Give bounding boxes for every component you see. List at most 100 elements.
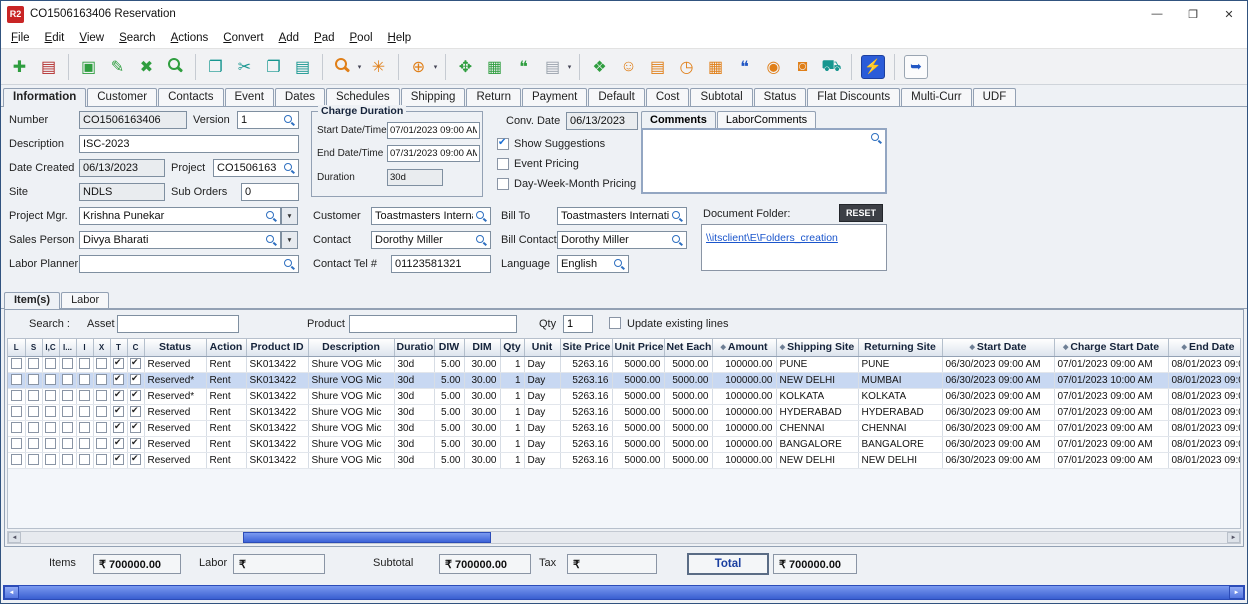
cell-diw[interactable]: 5.00 bbox=[434, 420, 464, 436]
cell-site-price[interactable]: 5263.16 bbox=[560, 404, 612, 420]
cell-start-date[interactable]: 06/30/2023 09:00 AM bbox=[942, 372, 1054, 388]
cell[interactable] bbox=[59, 420, 76, 436]
column-header[interactable]: Net Each bbox=[664, 339, 712, 356]
cell[interactable] bbox=[8, 388, 25, 404]
cell[interactable] bbox=[76, 356, 93, 372]
column-header[interactable]: Shipping Site bbox=[776, 339, 858, 356]
labor-planner-field[interactable] bbox=[79, 255, 299, 273]
main-tab[interactable]: Schedules bbox=[326, 88, 400, 106]
cell[interactable] bbox=[110, 356, 127, 372]
row-checkbox-icon[interactable] bbox=[11, 406, 22, 417]
cell[interactable] bbox=[8, 420, 25, 436]
magnifier-icon[interactable] bbox=[671, 234, 683, 246]
row-checkbox-icon[interactable] bbox=[28, 374, 39, 385]
cell-product-id[interactable]: SK013422 bbox=[246, 388, 308, 404]
cell-product-id[interactable]: SK013422 bbox=[246, 452, 308, 468]
cell[interactable] bbox=[127, 388, 144, 404]
scroll-left-icon[interactable]: ◄ bbox=[8, 532, 21, 543]
menu-item[interactable]: Help bbox=[382, 30, 418, 46]
cell[interactable] bbox=[110, 388, 127, 404]
cell-qty[interactable]: 1 bbox=[500, 372, 524, 388]
sales-person-field[interactable]: Divya Bharati bbox=[79, 231, 281, 249]
cell-product-id[interactable]: SK013422 bbox=[246, 356, 308, 372]
row-checkbox-icon[interactable] bbox=[113, 438, 124, 449]
cell-unit[interactable]: Day bbox=[524, 356, 560, 372]
row-checkbox-icon[interactable] bbox=[79, 390, 90, 401]
cell[interactable] bbox=[25, 372, 42, 388]
column-header[interactable]: S bbox=[25, 339, 42, 356]
cell-duration[interactable]: 30d bbox=[394, 404, 434, 420]
invoice-icon[interactable]: ▤ bbox=[644, 53, 671, 80]
group-items-icon[interactable]: ✳ bbox=[365, 53, 392, 80]
cell[interactable] bbox=[93, 356, 110, 372]
number-field[interactable]: CO1506163406 bbox=[79, 111, 187, 129]
cell-net-each[interactable]: 5000.00 bbox=[664, 452, 712, 468]
menu-item[interactable]: Convert bbox=[217, 30, 269, 46]
cut-icon[interactable]: ✂ bbox=[231, 53, 258, 80]
row-checkbox-icon[interactable] bbox=[96, 358, 107, 369]
row-checkbox-icon[interactable] bbox=[79, 358, 90, 369]
cell-start-date[interactable]: 06/30/2023 09:00 AM bbox=[942, 404, 1054, 420]
main-tab[interactable]: Default bbox=[588, 88, 644, 106]
row-checkbox-icon[interactable] bbox=[96, 390, 107, 401]
calendar-icon[interactable]: ▦ bbox=[702, 53, 729, 80]
row-checkbox-icon[interactable] bbox=[11, 454, 22, 465]
cell-product-id[interactable]: SK013422 bbox=[246, 420, 308, 436]
comments-tab[interactable]: LaborComments bbox=[717, 111, 816, 128]
scroll-right-icon[interactable]: ► bbox=[1229, 586, 1244, 599]
row-checkbox-icon[interactable] bbox=[113, 406, 124, 417]
cell[interactable] bbox=[76, 436, 93, 452]
main-tab[interactable]: Return bbox=[466, 88, 521, 106]
cell-amount[interactable]: 100000.00 bbox=[712, 436, 776, 452]
row-checkbox-icon[interactable] bbox=[45, 390, 56, 401]
cell-duration[interactable]: 30d bbox=[394, 356, 434, 372]
cell-net-each[interactable]: 5000.00 bbox=[664, 436, 712, 452]
cell[interactable] bbox=[59, 356, 76, 372]
row-checkbox-icon[interactable] bbox=[11, 374, 22, 385]
cell[interactable] bbox=[127, 372, 144, 388]
cell-status[interactable]: Reserved bbox=[144, 420, 206, 436]
window-horizontal-scrollbar[interactable]: ◄ ► bbox=[3, 585, 1245, 600]
cell-net-each[interactable]: 5000.00 bbox=[664, 356, 712, 372]
grid-view-icon[interactable]: ▦ bbox=[481, 53, 508, 80]
contact-field[interactable]: Dorothy Miller bbox=[371, 231, 491, 249]
cell-charge-start-date[interactable]: 07/01/2023 10:00 AM bbox=[1054, 372, 1168, 388]
cell[interactable] bbox=[42, 388, 59, 404]
menu-item[interactable]: Actions bbox=[165, 30, 215, 46]
row-checkbox-icon[interactable] bbox=[130, 454, 141, 465]
cell-unit[interactable]: Day bbox=[524, 404, 560, 420]
chat-icon[interactable]: ❝ bbox=[731, 53, 758, 80]
cell-end-date[interactable]: 08/01/2023 09:00 AM bbox=[1168, 420, 1241, 436]
date-created-field[interactable]: 06/13/2023 bbox=[79, 159, 165, 177]
column-header[interactable]: Qty bbox=[500, 339, 524, 356]
exit-icon[interactable]: ➥ bbox=[904, 55, 928, 79]
menu-item[interactable]: Add bbox=[273, 30, 305, 46]
cell-amount[interactable]: 100000.00 bbox=[712, 452, 776, 468]
cell-start-date[interactable]: 06/30/2023 09:00 AM bbox=[942, 452, 1054, 468]
cell-action[interactable]: Rent bbox=[206, 436, 246, 452]
cell-amount[interactable]: 100000.00 bbox=[712, 420, 776, 436]
delete-icon[interactable]: ✖ bbox=[133, 53, 160, 80]
update-existing-lines-checkbox[interactable] bbox=[609, 317, 621, 329]
workflow-icon[interactable]: ❖ bbox=[586, 53, 613, 80]
row-checkbox-icon[interactable] bbox=[28, 390, 39, 401]
cell-amount[interactable]: 100000.00 bbox=[712, 388, 776, 404]
cell[interactable] bbox=[93, 372, 110, 388]
add-to-cart-dropdown-icon[interactable]: ▾ bbox=[431, 53, 440, 80]
main-tab[interactable]: Multi-Curr bbox=[901, 88, 971, 106]
cell-product-id[interactable]: SK013422 bbox=[246, 372, 308, 388]
cell[interactable] bbox=[127, 356, 144, 372]
cell-shipping-site[interactable]: HYDERABAD bbox=[776, 404, 858, 420]
cell[interactable] bbox=[127, 420, 144, 436]
cell-diw[interactable]: 5.00 bbox=[434, 436, 464, 452]
cell-shipping-site[interactable]: PUNE bbox=[776, 356, 858, 372]
cell[interactable] bbox=[59, 452, 76, 468]
main-tab[interactable]: Subtotal bbox=[690, 88, 752, 106]
cell-dim[interactable]: 30.00 bbox=[464, 356, 500, 372]
cell[interactable] bbox=[76, 388, 93, 404]
cell-dim[interactable]: 30.00 bbox=[464, 420, 500, 436]
cell-shipping-site[interactable]: KOLKATA bbox=[776, 388, 858, 404]
cell[interactable] bbox=[110, 372, 127, 388]
column-header[interactable]: I bbox=[76, 339, 93, 356]
items-tab[interactable]: Labor bbox=[61, 292, 109, 308]
